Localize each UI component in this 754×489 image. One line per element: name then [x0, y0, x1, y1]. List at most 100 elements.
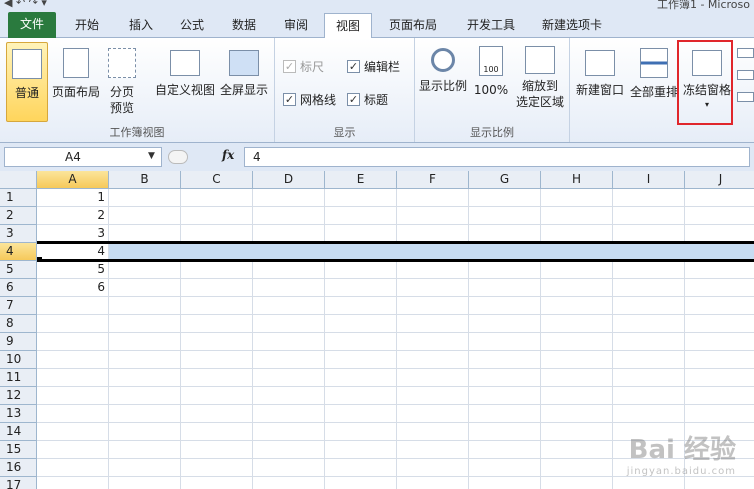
zoom-selection-icon — [525, 46, 555, 74]
formula-input[interactable]: 4 — [244, 147, 750, 167]
row-header-14[interactable]: 14 — [0, 423, 37, 441]
column-header-e[interactable]: E — [325, 171, 397, 189]
gridline-horizontal — [37, 404, 754, 405]
gridline-horizontal — [37, 368, 754, 369]
zoom-button[interactable]: 显示比例 — [417, 42, 469, 94]
unhide-icon[interactable] — [737, 92, 754, 102]
hide-icon[interactable] — [737, 70, 754, 80]
row-header-2[interactable]: 2 — [0, 207, 37, 225]
row-header-11[interactable]: 11 — [0, 369, 37, 387]
column-header-j[interactable]: J — [685, 171, 754, 189]
row-header-3[interactable]: 3 — [0, 225, 37, 243]
cell-a2[interactable]: 2 — [37, 207, 109, 225]
tab-review[interactable]: 审阅 — [272, 13, 320, 38]
column-header-a[interactable]: A — [37, 171, 109, 189]
headings-checkbox[interactable]: ✓ 标题 — [347, 91, 388, 108]
formula-bar-divider[interactable] — [168, 150, 188, 164]
custom-views-button[interactable]: 自定义视图 — [153, 42, 217, 98]
formula-bar-checkbox[interactable]: ✓ 编辑栏 — [347, 58, 400, 75]
gridline-horizontal — [37, 332, 754, 333]
cell-a5[interactable]: 5 — [37, 261, 109, 279]
cell-a1[interactable]: 1 — [37, 189, 109, 207]
tab-new-tab[interactable]: 新建选项卡 — [532, 13, 612, 38]
gridline-horizontal — [37, 224, 754, 225]
gridline-vertical — [612, 189, 613, 489]
quick-access-toolbar[interactable]: ◀ ↶ ↷ ▾ — [4, 0, 47, 9]
fill-handle[interactable] — [37, 257, 42, 262]
row-header-5[interactable]: 5 — [0, 261, 37, 279]
column-header-i[interactable]: I — [613, 171, 685, 189]
tab-developer[interactable]: 开发工具 — [458, 13, 524, 38]
arrange-all-button[interactable]: 全部重排 — [628, 42, 680, 100]
normal-view-button[interactable]: 普通 — [6, 42, 48, 122]
selection-border-top — [37, 241, 754, 244]
column-header-b[interactable]: B — [109, 171, 181, 189]
row-header-8[interactable]: 8 — [0, 315, 37, 333]
column-header-f[interactable]: F — [397, 171, 469, 189]
row-header-10[interactable]: 10 — [0, 351, 37, 369]
magnifier-icon — [431, 48, 455, 72]
gridline-horizontal — [37, 296, 754, 297]
gridline-horizontal — [37, 386, 754, 387]
tab-home[interactable]: 开始 — [62, 13, 112, 38]
group-workbook-views: 普通 页面布局 分页 预览 自定义视图 全屏显示 工作簿视图 — [0, 38, 275, 142]
gridline-horizontal — [37, 350, 754, 351]
row-header-6[interactable]: 6 — [0, 279, 37, 297]
fullscreen-icon — [229, 50, 259, 76]
checkbox-checked-icon: ✓ — [283, 60, 296, 73]
select-all-corner[interactable] — [0, 171, 37, 189]
page-layout-icon — [63, 48, 89, 78]
checkbox-checked-icon: ✓ — [347, 60, 360, 73]
row-header-7[interactable]: 7 — [0, 297, 37, 315]
tab-data[interactable]: 数据 — [220, 13, 268, 38]
group-zoom: 显示比例 100 100% 缩放到 选定区域 显示比例 — [415, 38, 570, 142]
row-header-9[interactable]: 9 — [0, 333, 37, 351]
zoom-100-button[interactable]: 100 100% — [472, 42, 510, 98]
gridline-vertical — [468, 189, 469, 489]
custom-views-icon — [170, 50, 200, 76]
page-break-preview-button[interactable]: 分页 预览 — [104, 42, 140, 116]
page-break-icon — [108, 48, 136, 78]
fullscreen-button[interactable]: 全屏显示 — [218, 42, 270, 98]
tab-insert[interactable]: 插入 — [116, 13, 166, 38]
column-header-g[interactable]: G — [469, 171, 541, 189]
arrange-all-icon — [640, 48, 668, 78]
ruler-checkbox[interactable]: ✓ 标尺 — [283, 58, 324, 75]
row-header-17[interactable]: 17 — [0, 477, 37, 489]
row-header-1[interactable]: 1 — [0, 189, 37, 207]
name-box[interactable]: A4 — [4, 147, 162, 167]
page-layout-view-button[interactable]: 页面布局 — [50, 42, 102, 100]
row-header-15[interactable]: 15 — [0, 441, 37, 459]
column-header-h[interactable]: H — [541, 171, 613, 189]
gridline-vertical — [324, 189, 325, 489]
checkbox-checked-icon: ✓ — [347, 93, 360, 106]
row-header-13[interactable]: 13 — [0, 405, 37, 423]
zoom-to-selection-button[interactable]: 缩放到 选定区域 — [513, 42, 567, 110]
column-header-c[interactable]: C — [181, 171, 253, 189]
gridline-horizontal — [37, 422, 754, 423]
gridline-vertical — [540, 189, 541, 489]
tab-view[interactable]: 视图 — [324, 13, 372, 39]
worksheet[interactable]: ABCDEFGHIJ 1 2 3 4 5 6 7 8 9 10 11 12 13 14 15 16 17 123… — [0, 171, 754, 489]
column-header-d[interactable]: D — [253, 171, 325, 189]
gridlines-checkbox[interactable]: ✓ 网格线 — [283, 91, 336, 108]
group-label-workbook-views: 工作簿视图 — [109, 126, 165, 139]
formula-bar: A4 ▼ fx 4 — [0, 143, 754, 171]
cell-a6[interactable]: 6 — [37, 279, 109, 297]
tab-file[interactable]: 文件 — [8, 12, 56, 38]
row-header-16[interactable]: 16 — [0, 459, 37, 477]
gridline-horizontal — [37, 206, 754, 207]
new-window-button[interactable]: 新建窗口 — [574, 42, 626, 98]
gridline-vertical — [252, 189, 253, 489]
tab-formulas[interactable]: 公式 — [168, 13, 216, 38]
row-header-12[interactable]: 12 — [0, 387, 37, 405]
tab-page-layout[interactable]: 页面布局 — [380, 13, 446, 38]
row-header-4[interactable]: 4 — [0, 243, 37, 261]
chevron-down-icon[interactable]: ▼ — [148, 151, 155, 161]
freeze-panes-highlight — [677, 40, 733, 125]
baidu-watermark: Bai 经验 jingyan.baidu.com — [626, 435, 736, 477]
fx-icon[interactable]: fx — [222, 148, 234, 162]
ribbon-tabs: 文件 开始 插入 公式 数据 审阅 视图 页面布局 开发工具 新建选项卡 — [0, 10, 754, 39]
split-icon[interactable] — [737, 48, 754, 58]
group-label-zoom: 显示比例 — [470, 126, 514, 139]
